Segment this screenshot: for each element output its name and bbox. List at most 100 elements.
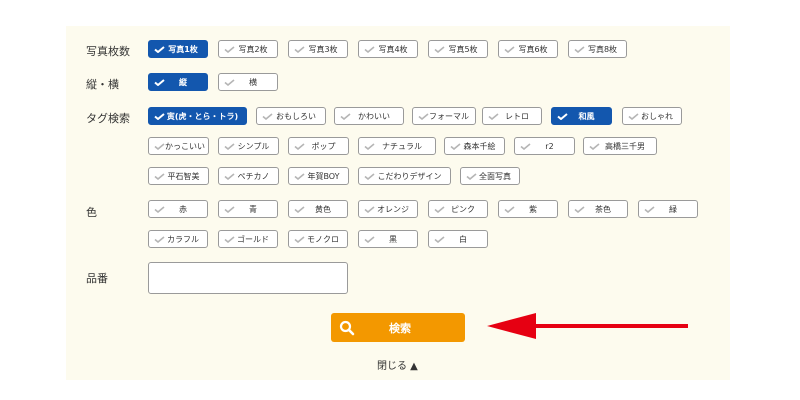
check-icon — [224, 142, 235, 150]
check-icon — [418, 112, 429, 120]
color-option[interactable]: カラフル — [148, 230, 208, 248]
color-option[interactable]: 赤 — [148, 200, 208, 218]
check-icon — [574, 205, 585, 213]
search-icon — [339, 320, 355, 335]
color-option[interactable]: 青 — [218, 200, 278, 218]
photo-count-option-label: 写真8枚 — [587, 44, 618, 54]
tag-option-label: こだわりデザイン — [377, 171, 442, 181]
check-icon — [557, 112, 568, 120]
label-color: 色 — [86, 206, 97, 219]
tag-option-label: かっこいい — [165, 141, 205, 151]
tag-option[interactable]: おしゃれ — [622, 107, 682, 125]
check-icon — [224, 172, 235, 180]
check-icon — [488, 112, 499, 120]
close-link[interactable]: 閉じる ▲ — [377, 357, 418, 372]
tag-option-label: フォーマル — [429, 111, 469, 121]
photo-count-option[interactable]: 写真1枚 — [148, 40, 208, 58]
check-icon — [294, 142, 305, 150]
tag-option-label: 寅(虎・とら・トラ) — [166, 111, 239, 121]
orientation-option-label: 横 — [249, 77, 257, 87]
tag-option[interactable]: かわいい — [334, 107, 404, 125]
color-option-label: 緑 — [669, 204, 677, 214]
tag-option-label: 全面写真 — [479, 171, 511, 181]
check-icon — [644, 205, 655, 213]
orientation-option[interactable]: 横 — [218, 73, 278, 91]
tag-option[interactable]: フォーマル — [412, 107, 476, 125]
color-option[interactable]: 白 — [428, 230, 488, 248]
tag-option[interactable]: r2 — [514, 137, 575, 155]
color-option[interactable]: ピンク — [428, 200, 488, 218]
check-icon — [364, 205, 375, 213]
tag-option[interactable]: ポップ — [288, 137, 349, 155]
tag-option[interactable]: 寅(虎・とら・トラ) — [148, 107, 247, 125]
color-option-label: 茶色 — [595, 204, 611, 214]
tag-option[interactable]: シンプル — [218, 137, 279, 155]
color-option[interactable]: 黄色 — [288, 200, 348, 218]
tag-option[interactable]: レトロ — [482, 107, 542, 125]
photo-count-option[interactable]: 写真2枚 — [218, 40, 278, 58]
label-product-number: 品番 — [86, 272, 108, 285]
color-option-label: 白 — [459, 234, 467, 244]
tag-option[interactable]: 全面写真 — [460, 167, 520, 185]
check-icon — [154, 235, 165, 243]
photo-count-option-label: 写真3枚 — [308, 44, 338, 54]
label-tag-search: タグ検索 — [86, 112, 130, 125]
tag-option[interactable]: 森本千絵 — [444, 137, 505, 155]
photo-count-option[interactable]: 写真6枚 — [498, 40, 558, 58]
tag-option[interactable]: 年賀BOY — [288, 167, 349, 185]
tag-option-label: おしゃれ — [641, 111, 673, 121]
product-number-input[interactable] — [148, 262, 348, 294]
color-option-label: モノクロ — [307, 234, 339, 244]
check-icon — [294, 235, 305, 243]
color-option-label: ゴールド — [237, 234, 269, 244]
label-orientation: 縦・横 — [86, 78, 119, 91]
check-icon — [154, 112, 165, 120]
check-icon — [628, 112, 639, 120]
photo-count-option[interactable]: 写真4枚 — [358, 40, 418, 58]
color-option-label: 黒 — [389, 234, 397, 244]
photo-count-option-label: 写真5枚 — [448, 44, 478, 54]
color-option[interactable]: オレンジ — [358, 200, 418, 218]
tag-option[interactable]: ナチュラル — [358, 137, 436, 155]
tag-option-label: ペチカノ — [237, 171, 270, 181]
tag-option[interactable]: 和風 — [551, 107, 612, 125]
check-icon — [466, 172, 477, 180]
tag-option-label: 年賀BOY — [307, 171, 340, 181]
color-option[interactable]: 茶色 — [568, 200, 628, 218]
color-option[interactable]: 紫 — [498, 200, 558, 218]
photo-count-option-label: 写真4枚 — [378, 44, 408, 54]
check-icon — [294, 172, 305, 180]
check-icon — [224, 45, 235, 53]
tag-option[interactable]: かっこいい — [148, 137, 209, 155]
color-option-label: オレンジ — [377, 204, 409, 214]
check-icon — [364, 45, 375, 53]
label-photo-count: 写真枚数 — [86, 45, 130, 58]
orientation-option[interactable]: 縦 — [148, 73, 208, 91]
check-icon — [450, 142, 461, 150]
tag-option-label: 和風 — [578, 111, 595, 121]
photo-count-option[interactable]: 写真3枚 — [288, 40, 348, 58]
check-icon — [154, 205, 165, 213]
check-icon — [589, 142, 600, 150]
check-icon — [434, 235, 445, 243]
color-option[interactable]: 黒 — [358, 230, 418, 248]
tag-option[interactable]: こだわりデザイン — [358, 167, 451, 185]
tag-option[interactable]: ペチカノ — [218, 167, 279, 185]
tag-option-label: 森本千絵 — [463, 141, 496, 151]
tag-option[interactable]: 平石智美 — [148, 167, 209, 185]
check-icon — [224, 235, 235, 243]
check-icon — [262, 112, 273, 120]
tag-option-label: おもしろい — [276, 111, 316, 121]
photo-count-option[interactable]: 写真5枚 — [428, 40, 488, 58]
tag-option-label: レトロ — [505, 111, 529, 121]
tag-option-label: ポップ — [311, 141, 336, 151]
photo-count-option[interactable]: 写真8枚 — [568, 40, 627, 58]
color-option[interactable]: 緑 — [638, 200, 698, 218]
tag-option[interactable]: おもしろい — [256, 107, 326, 125]
tag-option[interactable]: 高橋三千男 — [583, 137, 657, 155]
search-button[interactable]: 検索 — [331, 313, 465, 342]
color-option[interactable]: モノクロ — [288, 230, 348, 248]
check-icon — [504, 205, 515, 213]
tag-option-label: r2 — [545, 141, 554, 151]
color-option[interactable]: ゴールド — [218, 230, 278, 248]
